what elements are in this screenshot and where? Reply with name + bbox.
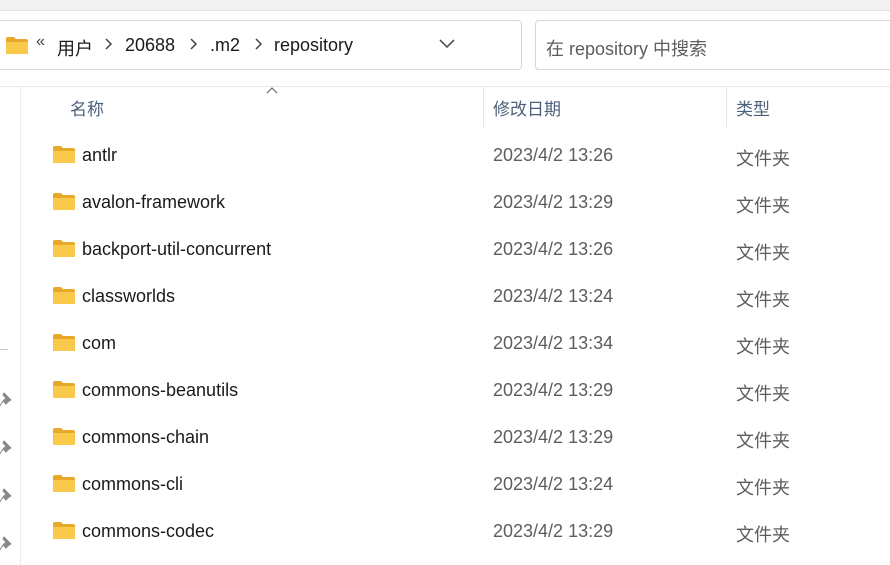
file-name[interactable]: commons-codec [82,521,214,542]
breadcrumb-repository[interactable]: repository [274,35,353,56]
file-row[interactable]: com 2023/4/2 13:34 文件夹 [40,321,890,368]
file-modified-date: 2023/4/2 13:26 [493,145,614,165]
chevron-right-icon[interactable] [188,37,198,51]
column-divider[interactable] [483,87,484,127]
sort-ascending-icon [266,87,278,94]
file-name[interactable]: classworlds [82,286,175,307]
folder-icon [6,37,28,54]
file-row[interactable]: avalon-framework 2023/4/2 13:29 文件夹 [40,180,890,227]
file-modified-date: 2023/4/2 13:26 [493,239,614,259]
pin-icon[interactable] [0,439,14,455]
file-name[interactable]: backport-util-concurrent [82,239,271,260]
column-header-type[interactable]: 类型 [736,95,770,120]
file-type: 文件夹 [736,337,790,357]
file-name[interactable]: avalon-framework [82,192,225,213]
pin-icon[interactable] [0,391,14,407]
file-row[interactable]: commons-cli 2023/4/2 13:24 文件夹 [40,462,890,509]
file-type: 文件夹 [736,525,790,545]
chevron-right-icon[interactable] [103,37,113,51]
breadcrumb-20688[interactable]: 20688 [125,35,175,56]
file-row[interactable]: antlr 2023/4/2 13:26 文件夹 [40,133,890,180]
file-modified-date: 2023/4/2 13:24 [493,474,614,494]
file-row[interactable]: commons-beanutils 2023/4/2 13:29 文件夹 [40,368,890,415]
file-name[interactable]: commons-cli [82,474,183,495]
pin-icon[interactable] [0,487,14,503]
breadcrumb-users[interactable]: 用户 [57,35,93,61]
file-type: 文件夹 [736,149,790,169]
folder-icon [53,381,75,398]
folder-icon [53,522,75,539]
column-header-modified[interactable]: 修改日期 [493,95,561,120]
file-type: 文件夹 [736,384,790,404]
file-name[interactable]: commons-beanutils [82,380,238,401]
chevron-right-icon[interactable] [253,37,263,51]
file-name[interactable]: antlr [82,145,117,166]
file-type: 文件夹 [736,290,790,310]
overflow-crumbs-button[interactable]: « [36,33,45,51]
file-modified-date: 2023/4/2 13:29 [493,521,614,541]
file-row[interactable]: commons-codec 2023/4/2 13:29 文件夹 [40,509,890,556]
window-top-strip [0,0,890,11]
chevron-down-icon[interactable] [438,38,456,50]
folder-icon [53,193,75,210]
divider [0,86,890,87]
file-row[interactable]: backport-util-concurrent 2023/4/2 13:26 文件… [40,227,890,274]
address-bar[interactable]: « 用户 20688 .m2 repository [0,20,522,70]
search-placeholder: 在 repository 中搜索 [546,39,708,59]
folder-icon [53,475,75,492]
file-modified-date: 2023/4/2 13:24 [493,286,614,306]
search-input[interactable]: 在 repository 中搜索 [535,20,890,70]
file-modified-date: 2023/4/2 13:29 [493,427,614,447]
folder-icon [53,287,75,304]
nav-pane-edge [20,87,21,565]
file-type: 文件夹 [736,196,790,216]
file-name[interactable]: com [82,333,116,354]
file-modified-date: 2023/4/2 13:29 [493,380,614,400]
column-divider[interactable] [726,87,727,127]
folder-icon [53,240,75,257]
file-name[interactable]: commons-chain [82,427,209,448]
file-modified-date: 2023/4/2 13:34 [493,333,614,353]
column-header-name[interactable]: 名称 [70,95,104,120]
file-row[interactable]: classworlds 2023/4/2 13:24 文件夹 [40,274,890,321]
pin-icon[interactable] [0,535,14,551]
breadcrumb-m2[interactable]: .m2 [210,35,240,56]
folder-icon [53,146,75,163]
file-modified-date: 2023/4/2 13:29 [493,192,614,212]
file-row[interactable]: commons-chain 2023/4/2 13:29 文件夹 [40,415,890,462]
file-type: 文件夹 [736,478,790,498]
nav-pane-separator [0,349,8,350]
file-type: 文件夹 [736,431,790,451]
file-type: 文件夹 [736,243,790,263]
folder-icon [53,334,75,351]
folder-icon [53,428,75,445]
